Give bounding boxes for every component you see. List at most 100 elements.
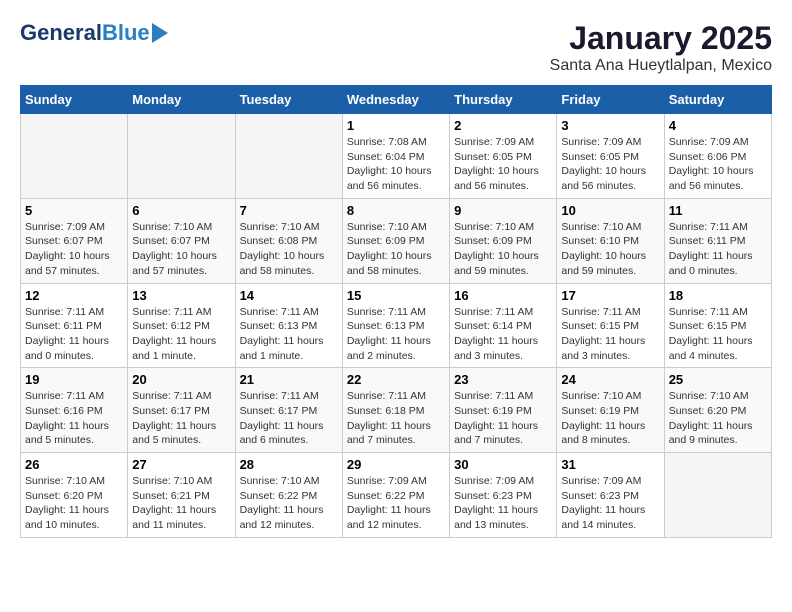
calendar-cell: 9Sunrise: 7:10 AM Sunset: 6:09 PM Daylig… bbox=[450, 198, 557, 283]
day-info: Sunrise: 7:09 AM Sunset: 6:23 PM Dayligh… bbox=[561, 474, 659, 533]
day-number: 25 bbox=[669, 372, 767, 387]
day-info: Sunrise: 7:09 AM Sunset: 6:07 PM Dayligh… bbox=[25, 220, 123, 279]
day-info: Sunrise: 7:09 AM Sunset: 6:23 PM Dayligh… bbox=[454, 474, 552, 533]
calendar-cell: 3 Sunrise: 7:09 AM Sunset: 6:05 PM Daylig… bbox=[557, 114, 664, 199]
day-info: Sunrise: 7:11 AM Sunset: 6:15 PM Dayligh… bbox=[561, 305, 659, 364]
calendar-cell: 4 Sunrise: 7:09 AM Sunset: 6:06 PM Daylig… bbox=[664, 114, 771, 199]
calendar-cell: 23 Sunrise: 7:11 AM Sunset: 6:19 PM Dayli… bbox=[450, 368, 557, 453]
header-monday: Monday bbox=[128, 86, 235, 114]
week-row-2: 12 Sunrise: 7:11 AM Sunset: 6:11 PM Dayli… bbox=[21, 283, 772, 368]
day-info: Sunrise: 7:11 AM Sunset: 6:17 PM Dayligh… bbox=[132, 389, 230, 448]
title-section: January 2025 Santa Ana Hueytlalpan, Mexi… bbox=[550, 20, 772, 75]
day-info: Sunrise: 7:09 AM Sunset: 6:05 PM Dayligh… bbox=[561, 135, 659, 194]
day-number: 1 bbox=[347, 118, 445, 133]
day-number: 4 bbox=[669, 118, 767, 133]
day-number: 28 bbox=[240, 457, 338, 472]
day-info: Sunrise: 7:11 AM Sunset: 6:13 PM Dayligh… bbox=[347, 305, 445, 364]
day-info: Sunrise: 7:10 AM Sunset: 6:21 PM Dayligh… bbox=[132, 474, 230, 533]
day-info: Sunrise: 7:11 AM Sunset: 6:15 PM Dayligh… bbox=[669, 305, 767, 364]
calendar-cell: 2 Sunrise: 7:09 AM Sunset: 6:05 PM Daylig… bbox=[450, 114, 557, 199]
day-info: Sunrise: 7:11 AM Sunset: 6:17 PM Dayligh… bbox=[240, 389, 338, 448]
calendar-cell bbox=[21, 114, 128, 199]
day-number: 2 bbox=[454, 118, 552, 133]
day-number: 14 bbox=[240, 288, 338, 303]
day-info: Sunrise: 7:11 AM Sunset: 6:19 PM Dayligh… bbox=[454, 389, 552, 448]
calendar-cell: 29Sunrise: 7:09 AM Sunset: 6:22 PM Dayli… bbox=[342, 453, 449, 538]
day-info: Sunrise: 7:11 AM Sunset: 6:16 PM Dayligh… bbox=[25, 389, 123, 448]
calendar-cell: 19 Sunrise: 7:11 AM Sunset: 6:16 PM Dayli… bbox=[21, 368, 128, 453]
logo-general: General bbox=[20, 20, 102, 46]
day-number: 26 bbox=[25, 457, 123, 472]
calendar-cell: 24 Sunrise: 7:10 AM Sunset: 6:19 PM Dayli… bbox=[557, 368, 664, 453]
logo-blue: Blue bbox=[102, 20, 150, 46]
day-info: Sunrise: 7:10 AM Sunset: 6:08 PM Dayligh… bbox=[240, 220, 338, 279]
header-tuesday: Tuesday bbox=[235, 86, 342, 114]
calendar-cell: 1 Sunrise: 7:08 AM Sunset: 6:04 PM Daylig… bbox=[342, 114, 449, 199]
calendar-cell: 26Sunrise: 7:10 AM Sunset: 6:20 PM Dayli… bbox=[21, 453, 128, 538]
calendar-cell bbox=[128, 114, 235, 199]
day-number: 21 bbox=[240, 372, 338, 387]
day-number: 19 bbox=[25, 372, 123, 387]
week-row-3: 19 Sunrise: 7:11 AM Sunset: 6:16 PM Dayli… bbox=[21, 368, 772, 453]
day-number: 3 bbox=[561, 118, 659, 133]
day-number: 10 bbox=[561, 203, 659, 218]
day-number: 24 bbox=[561, 372, 659, 387]
week-row-0: 1 Sunrise: 7:08 AM Sunset: 6:04 PM Daylig… bbox=[21, 114, 772, 199]
page-header: General Blue January 2025 Santa Ana Huey… bbox=[20, 20, 772, 75]
calendar-body: 1 Sunrise: 7:08 AM Sunset: 6:04 PM Daylig… bbox=[21, 114, 772, 538]
header-row: SundayMondayTuesdayWednesdayThursdayFrid… bbox=[21, 86, 772, 114]
day-info: Sunrise: 7:08 AM Sunset: 6:04 PM Dayligh… bbox=[347, 135, 445, 194]
calendar-cell: 21 Sunrise: 7:11 AM Sunset: 6:17 PM Dayli… bbox=[235, 368, 342, 453]
day-info: Sunrise: 7:10 AM Sunset: 6:07 PM Dayligh… bbox=[132, 220, 230, 279]
calendar-cell: 11 Sunrise: 7:11 AM Sunset: 6:11 PM Dayli… bbox=[664, 198, 771, 283]
logo-text: General Blue bbox=[20, 20, 168, 46]
day-info: Sunrise: 7:09 AM Sunset: 6:06 PM Dayligh… bbox=[669, 135, 767, 194]
calendar-cell: 18 Sunrise: 7:11 AM Sunset: 6:15 PM Dayli… bbox=[664, 283, 771, 368]
calendar-cell: 22 Sunrise: 7:11 AM Sunset: 6:18 PM Dayli… bbox=[342, 368, 449, 453]
day-number: 11 bbox=[669, 203, 767, 218]
day-info: Sunrise: 7:10 AM Sunset: 6:19 PM Dayligh… bbox=[561, 389, 659, 448]
calendar-cell: 5Sunrise: 7:09 AM Sunset: 6:07 PM Daylig… bbox=[21, 198, 128, 283]
day-number: 6 bbox=[132, 203, 230, 218]
day-info: Sunrise: 7:10 AM Sunset: 6:10 PM Dayligh… bbox=[561, 220, 659, 279]
calendar-cell: 16 Sunrise: 7:11 AM Sunset: 6:14 PM Dayli… bbox=[450, 283, 557, 368]
day-info: Sunrise: 7:09 AM Sunset: 6:05 PM Dayligh… bbox=[454, 135, 552, 194]
calendar-cell: 28Sunrise: 7:10 AM Sunset: 6:22 PM Dayli… bbox=[235, 453, 342, 538]
day-number: 18 bbox=[669, 288, 767, 303]
subtitle: Santa Ana Hueytlalpan, Mexico bbox=[550, 57, 772, 75]
logo: General Blue bbox=[20, 20, 168, 46]
day-number: 20 bbox=[132, 372, 230, 387]
day-number: 27 bbox=[132, 457, 230, 472]
day-info: Sunrise: 7:11 AM Sunset: 6:14 PM Dayligh… bbox=[454, 305, 552, 364]
calendar-cell bbox=[235, 114, 342, 199]
day-number: 23 bbox=[454, 372, 552, 387]
day-info: Sunrise: 7:10 AM Sunset: 6:20 PM Dayligh… bbox=[669, 389, 767, 448]
day-info: Sunrise: 7:11 AM Sunset: 6:12 PM Dayligh… bbox=[132, 305, 230, 364]
day-info: Sunrise: 7:11 AM Sunset: 6:11 PM Dayligh… bbox=[669, 220, 767, 279]
calendar-table: SundayMondayTuesdayWednesdayThursdayFrid… bbox=[20, 85, 772, 538]
calendar-cell: 27 Sunrise: 7:10 AM Sunset: 6:21 PM Dayli… bbox=[128, 453, 235, 538]
week-row-1: 5Sunrise: 7:09 AM Sunset: 6:07 PM Daylig… bbox=[21, 198, 772, 283]
day-number: 7 bbox=[240, 203, 338, 218]
day-info: Sunrise: 7:10 AM Sunset: 6:09 PM Dayligh… bbox=[454, 220, 552, 279]
calendar-cell: 15Sunrise: 7:11 AM Sunset: 6:13 PM Dayli… bbox=[342, 283, 449, 368]
header-friday: Friday bbox=[557, 86, 664, 114]
calendar-header: SundayMondayTuesdayWednesdayThursdayFrid… bbox=[21, 86, 772, 114]
calendar-cell: 30Sunrise: 7:09 AM Sunset: 6:23 PM Dayli… bbox=[450, 453, 557, 538]
calendar-cell: 7 Sunrise: 7:10 AM Sunset: 6:08 PM Daylig… bbox=[235, 198, 342, 283]
calendar-cell: 17 Sunrise: 7:11 AM Sunset: 6:15 PM Dayli… bbox=[557, 283, 664, 368]
logo-arrow-icon bbox=[152, 23, 168, 43]
calendar-cell bbox=[664, 453, 771, 538]
calendar-cell: 6 Sunrise: 7:10 AM Sunset: 6:07 PM Daylig… bbox=[128, 198, 235, 283]
day-info: Sunrise: 7:11 AM Sunset: 6:11 PM Dayligh… bbox=[25, 305, 123, 364]
calendar-cell: 8Sunrise: 7:10 AM Sunset: 6:09 PM Daylig… bbox=[342, 198, 449, 283]
day-number: 12 bbox=[25, 288, 123, 303]
header-saturday: Saturday bbox=[664, 86, 771, 114]
calendar-cell: 31Sunrise: 7:09 AM Sunset: 6:23 PM Dayli… bbox=[557, 453, 664, 538]
day-number: 16 bbox=[454, 288, 552, 303]
calendar-cell: 25 Sunrise: 7:10 AM Sunset: 6:20 PM Dayli… bbox=[664, 368, 771, 453]
day-info: Sunrise: 7:11 AM Sunset: 6:18 PM Dayligh… bbox=[347, 389, 445, 448]
calendar-cell: 12 Sunrise: 7:11 AM Sunset: 6:11 PM Dayli… bbox=[21, 283, 128, 368]
day-number: 17 bbox=[561, 288, 659, 303]
day-number: 22 bbox=[347, 372, 445, 387]
